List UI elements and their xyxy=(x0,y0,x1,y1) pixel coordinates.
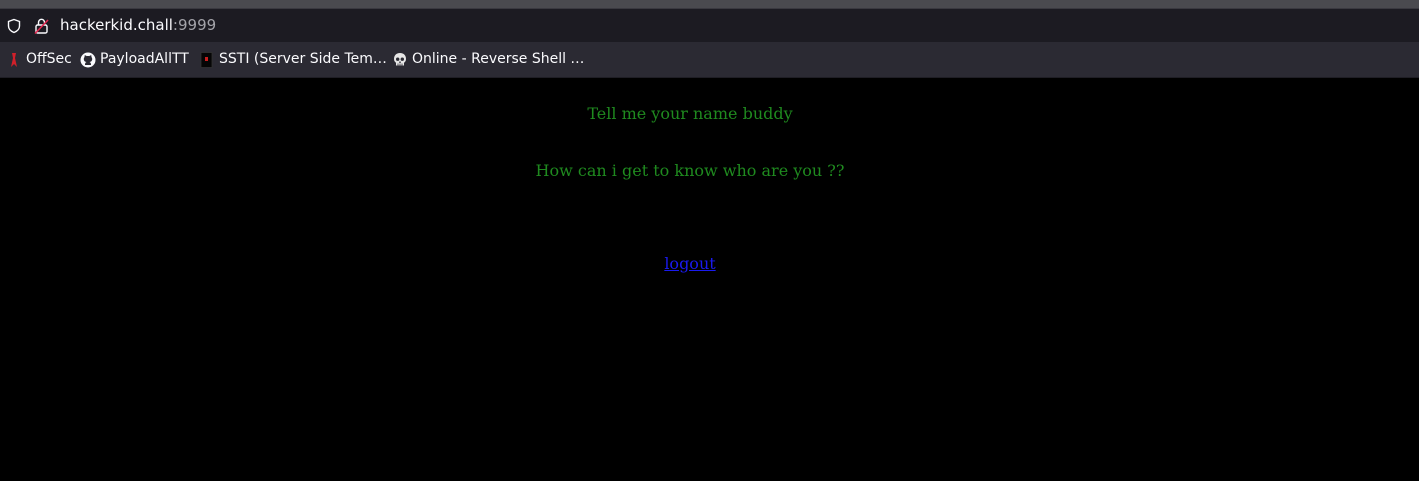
bookmarks-toolbar: OffSec PayloadAllTT SSTI (Server Side Te… xyxy=(0,42,1419,78)
prompt-heading: Tell me your name buddy xyxy=(587,104,793,123)
url-port: :9999 xyxy=(172,16,217,34)
offsec-icon xyxy=(11,53,17,67)
url-text[interactable]: hackerkid.chall:9999 xyxy=(60,16,216,34)
bookmark-icon xyxy=(200,52,213,68)
bookmark-label: SSTI (Server Side Tem… xyxy=(219,51,387,67)
bookmark-label: OffSec xyxy=(26,51,72,67)
github-icon xyxy=(80,52,96,68)
bookmark-label: PayloadAllTT xyxy=(100,51,189,67)
window-top-strip xyxy=(0,0,1419,8)
insecure-lock-icon[interactable] xyxy=(33,17,50,35)
shield-icon[interactable] xyxy=(6,18,22,34)
prompt-subheading: How can i get to know who are you ?? xyxy=(535,161,845,180)
url-host: hackerkid.chall xyxy=(60,16,173,34)
logout-container: logout xyxy=(0,254,1380,273)
page-content: Tell me your name buddy How can i get to… xyxy=(0,78,1419,481)
address-bar[interactable]: hackerkid.chall:9999 xyxy=(0,8,1419,42)
bookmark-label: Online - Reverse Shell … xyxy=(412,51,585,67)
skull-icon xyxy=(394,53,406,66)
logout-link[interactable]: logout xyxy=(664,254,715,273)
